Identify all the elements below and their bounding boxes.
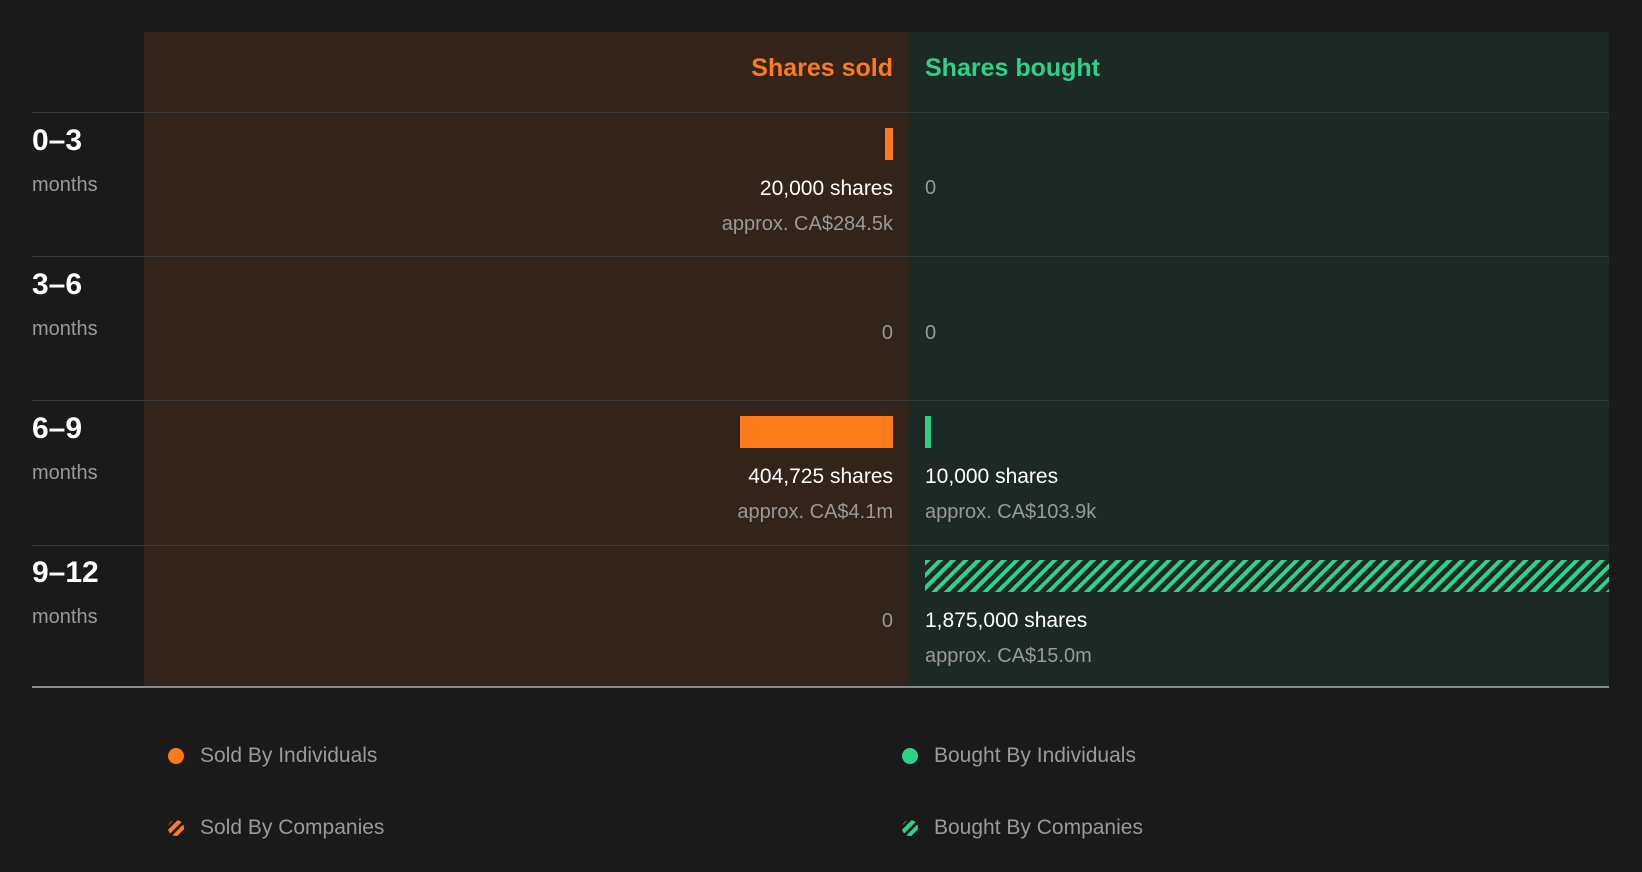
legend-label: Bought By Individuals bbox=[934, 744, 1136, 767]
bar-sold-6-9 bbox=[739, 416, 893, 448]
bought-shares-label: 10,000 shares bbox=[925, 465, 1059, 488]
row-divider bbox=[32, 256, 1609, 257]
bar-sold-0-3 bbox=[885, 128, 893, 160]
row-divider bbox=[32, 545, 1609, 546]
green-striped-dot-icon bbox=[902, 820, 918, 836]
legend-sold-by-individuals[interactable]: Sold By Individuals bbox=[168, 744, 377, 768]
sold-zero-label: 0 bbox=[881, 322, 893, 344]
sold-shares-label: 20,000 shares bbox=[759, 177, 893, 200]
row-unit-label: months bbox=[32, 318, 98, 340]
legend-sold-by-companies[interactable]: Sold By Companies bbox=[168, 816, 384, 840]
row-unit-label: months bbox=[32, 174, 98, 196]
row-divider bbox=[32, 112, 1609, 113]
legend-label: Bought By Companies bbox=[934, 816, 1143, 839]
green-dot-icon bbox=[902, 748, 918, 764]
bought-approx-label: approx. CA$15.0m bbox=[925, 645, 1092, 667]
bought-shares-label: 1,875,000 shares bbox=[925, 609, 1088, 632]
row-period-label: 9–12 bbox=[32, 556, 99, 589]
chart-baseline bbox=[32, 686, 1609, 688]
sold-approx-label: approx. CA$4.1m bbox=[737, 501, 893, 523]
row-period-label: 6–9 bbox=[32, 412, 83, 445]
bought-zero-label: 0 bbox=[925, 322, 937, 344]
bar-bought-6-9 bbox=[925, 416, 931, 448]
legend-label: Sold By Individuals bbox=[200, 744, 378, 767]
legend-bought-by-individuals[interactable]: Bought By Individuals bbox=[902, 744, 1136, 768]
row-unit-label: months bbox=[32, 606, 98, 628]
legend-bought-by-companies[interactable]: Bought By Companies bbox=[902, 816, 1143, 840]
shares-sold-column bbox=[144, 32, 909, 687]
row-unit-label: months bbox=[32, 462, 98, 484]
orange-striped-dot-icon bbox=[168, 820, 184, 836]
row-period-label: 0–3 bbox=[32, 124, 83, 157]
bought-zero-label: 0 bbox=[925, 177, 937, 199]
row-divider bbox=[32, 400, 1609, 401]
sold-approx-label: approx. CA$284.5k bbox=[721, 213, 893, 235]
shares-sold-header: Shares sold bbox=[751, 54, 893, 82]
legend-label: Sold By Companies bbox=[200, 816, 385, 839]
shares-bought-header: Shares bought bbox=[925, 54, 1101, 82]
bought-approx-label: approx. CA$103.9k bbox=[925, 501, 1097, 523]
sold-shares-label: 404,725 shares bbox=[748, 465, 893, 488]
insider-trading-chart: Shares sold Shares bought 0–3 months 20,… bbox=[0, 0, 1642, 872]
row-period-label: 3–6 bbox=[32, 268, 83, 301]
sold-zero-label: 0 bbox=[881, 610, 893, 632]
orange-dot-icon bbox=[168, 748, 184, 764]
bar-bought-9-12 bbox=[925, 560, 1609, 592]
